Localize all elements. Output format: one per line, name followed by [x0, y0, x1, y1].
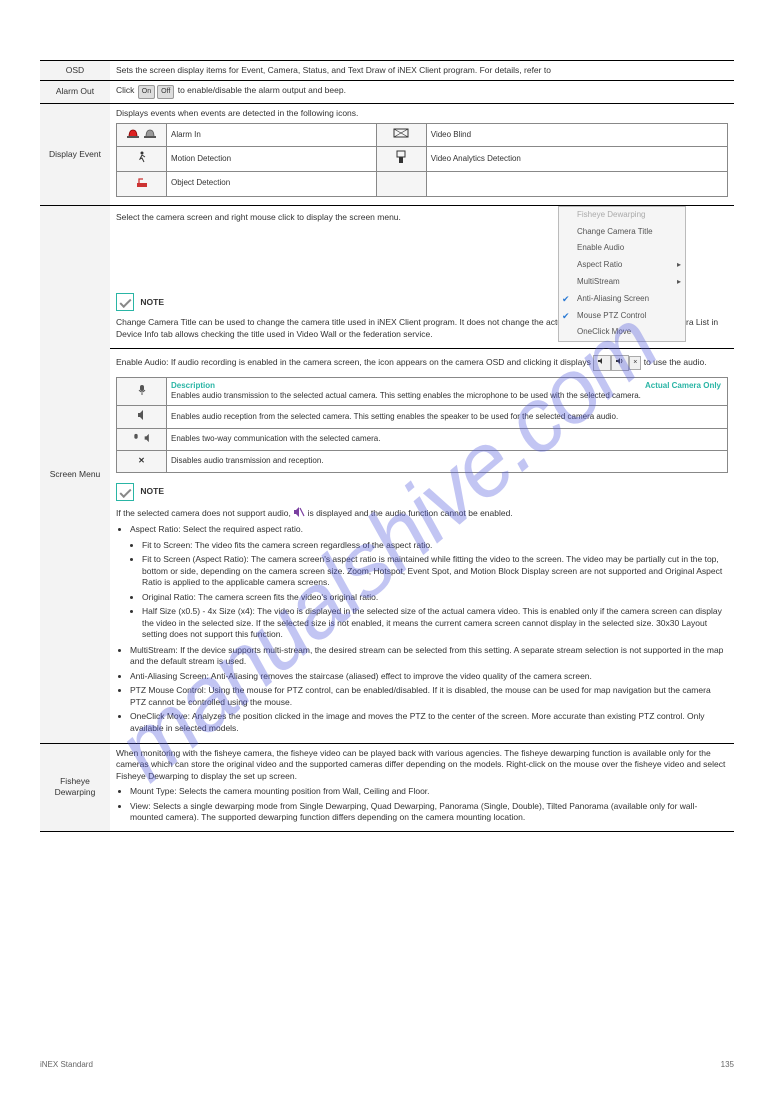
- audio-disabled-icon: [293, 507, 305, 520]
- video-blind-icon: [376, 124, 426, 147]
- row-body-alarmout: Click OnOff to enable/disable the alarm …: [110, 81, 734, 103]
- alarm-red-icon: [126, 127, 140, 143]
- audio-desc-header: Description Enables audio transmission t…: [167, 377, 728, 406]
- row-label-fisheye: Fisheye Dewarping: [40, 743, 110, 831]
- motion-icon: [117, 147, 167, 172]
- check-icon: ✔: [562, 293, 570, 305]
- audio-r4: Disables audio transmission and receptio…: [167, 451, 728, 473]
- submenu-arrow-icon: ▸: [677, 260, 681, 271]
- event-video-analytics-label: Video Analytics Detection: [426, 147, 727, 172]
- osd-text: Sets the screen display items for Event,…: [116, 65, 551, 75]
- alarm-on-button[interactable]: On: [138, 85, 155, 98]
- note-check-icon: [116, 483, 134, 501]
- audio-control-icon[interactable]: [593, 355, 611, 370]
- disable-audio-icon: ✕: [117, 451, 167, 473]
- event-object-label: Object Detection: [167, 171, 377, 196]
- row-label-screenmenu: Screen Menu: [40, 205, 110, 743]
- screenmenu-bullets: Aspect Ratio: Select the required aspect…: [130, 524, 728, 535]
- bullet-half2: Half Size (x0.5) - 4x Size (x4): The vid…: [142, 606, 728, 640]
- row-body-displayevent: Displays events when events are detected…: [110, 103, 734, 205]
- note-check-icon: [116, 293, 134, 311]
- note2-body: If the selected camera does not support …: [116, 507, 728, 520]
- bullet-fit: Fit to Screen: The video fits the camera…: [142, 540, 728, 551]
- audio-close-icon[interactable]: ×: [629, 356, 641, 369]
- audio-r3: Enables two-way communication with the s…: [167, 429, 728, 451]
- actual-camera-only: Actual Camera Only: [645, 381, 721, 392]
- bullet-orig: Original Ratio: The camera screen fits t…: [142, 592, 728, 603]
- enable-audio-text: Enable Audio: If audio recording is enab…: [116, 355, 728, 370]
- video-analytics-icon: [376, 147, 426, 172]
- object-detection-icon: [117, 171, 167, 196]
- page-footer: iNEX Standard 135: [0, 1060, 774, 1069]
- bullet-antialias: Anti-Aliasing Screen: Anti-Aliasing remo…: [130, 671, 728, 682]
- main-table: OSD Sets the screen display items for Ev…: [40, 60, 734, 832]
- row-body-screenmenu: Select the camera screen and right mouse…: [110, 205, 734, 743]
- event-video-blind-label: Video Blind: [426, 124, 727, 147]
- note-title: NOTE: [140, 297, 164, 308]
- note-title: NOTE: [140, 486, 164, 497]
- check-icon: ✔: [562, 310, 570, 322]
- page-content: OSD Sets the screen display items for Ev…: [0, 0, 774, 872]
- menu-oneclick[interactable]: OneClick Move: [559, 324, 685, 341]
- menu-fisheye[interactable]: Fisheye Dewarping: [559, 207, 685, 224]
- submenu-arrow-icon: ▸: [677, 277, 681, 288]
- bullet-fit-ar: Fit to Screen (Aspect Ratio): The camera…: [142, 554, 728, 588]
- bullet-oneclick: OneClick Move: Analyzes the position cli…: [130, 711, 728, 734]
- context-menu: Fisheye Dewarping Change Camera Title En…: [558, 206, 686, 342]
- audio-r2: Enables audio reception from the selecte…: [167, 406, 728, 429]
- speaker-icon: [117, 406, 167, 429]
- note-block-2: NOTE: [116, 483, 728, 501]
- menu-enable-audio[interactable]: Enable Audio: [559, 240, 685, 257]
- alarm-in-icon-cell: [117, 124, 167, 147]
- page-number: 135: [721, 1060, 734, 1069]
- bullet-mouseptz: PTZ Mouse Control: Using the mouse for P…: [130, 685, 728, 708]
- footer-title: iNEX Standard: [40, 1060, 93, 1069]
- audio-speaker-icon[interactable]: [611, 355, 629, 370]
- event-motion-label: Motion Detection: [167, 147, 377, 172]
- audio-table: Description Enables audio transmission t…: [116, 377, 728, 473]
- menu-change-title[interactable]: Change Camera Title: [559, 224, 685, 241]
- alarm-off-button[interactable]: Off: [157, 85, 174, 98]
- mic-icon: [117, 377, 167, 406]
- fisheye-b1: Mount Type: Selects the camera mounting …: [130, 786, 728, 797]
- row-label-alarmout: Alarm Out: [40, 81, 110, 103]
- row-body-fisheye: When monitoring with the fisheye camera,…: [110, 743, 734, 831]
- row-label-osd: OSD: [40, 61, 110, 81]
- bullet-aspect: Aspect Ratio: Select the required aspect…: [130, 524, 728, 535]
- event-icon-table: Alarm In Video Blind Motion Detection Vi…: [116, 123, 728, 196]
- menu-mouse-ptz[interactable]: ✔Mouse PTZ Control: [559, 308, 685, 325]
- menu-multistream[interactable]: MultiStream▸: [559, 274, 685, 291]
- twoway-icon: [117, 429, 167, 451]
- bullet-multistream: MultiStream: If the device supports mult…: [130, 645, 728, 668]
- fisheye-b2: View: Selects a single dewarping mode fr…: [130, 801, 728, 824]
- alarm-grey-icon: [143, 127, 157, 143]
- event-alarm-in-label: Alarm In: [167, 124, 377, 147]
- row-label-displayevent: Display Event: [40, 103, 110, 205]
- menu-aspect-ratio[interactable]: Aspect Ratio▸: [559, 257, 685, 274]
- menu-antialiasing[interactable]: ✔Anti-Aliasing Screen: [559, 291, 685, 308]
- row-body-osd: Sets the screen display items for Event,…: [110, 61, 734, 81]
